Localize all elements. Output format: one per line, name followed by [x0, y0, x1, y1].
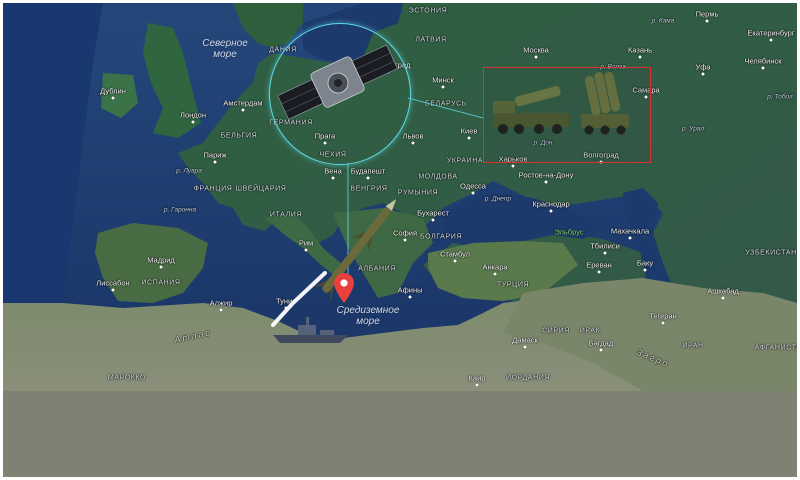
- map-view[interactable]: Дублин Лондон Амстердам Париж Прага Вена Будап…: [3, 3, 797, 391]
- missile-trail: [271, 271, 327, 327]
- warship-icon: [273, 317, 348, 343]
- map-frame: Дублин Лондон Амстердам Париж Прага Вена Будап…: [3, 3, 797, 477]
- map-pin-icon[interactable]: [334, 273, 354, 303]
- bottom-panel: [3, 391, 797, 477]
- missile-icon: [311, 199, 397, 303]
- overlay-graphics: [271, 44, 629, 343]
- connector-line: [407, 97, 484, 119]
- launcher-inset-box: [483, 67, 651, 163]
- satellite-icon: [277, 44, 398, 120]
